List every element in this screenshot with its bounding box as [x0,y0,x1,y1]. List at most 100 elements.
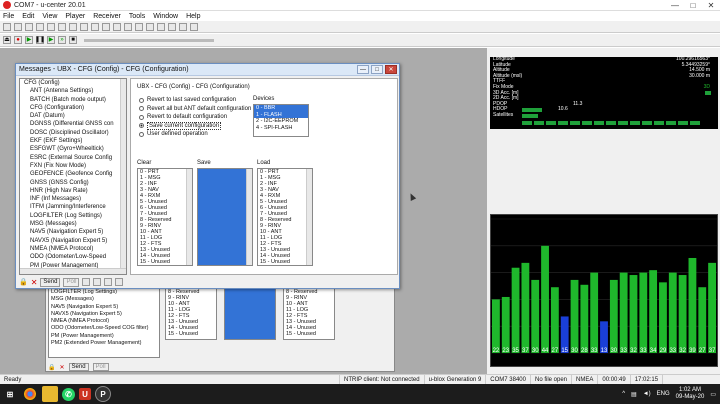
bg-tree-item[interactable]: LOGFILTER (Log Settings) [51,289,159,296]
eject-icon[interactable]: ⏏ [3,36,11,44]
tree-item[interactable]: NAVX5 (Navigation Expert 5) [20,237,126,245]
tree-item[interactable]: HNR (High Nav Rate) [20,187,126,195]
chrome-icon[interactable] [24,388,36,400]
tree-item[interactable]: LOGFILTER (Log Settings) [20,212,126,220]
app-icon[interactable]: U [79,388,91,400]
messages-icon[interactable] [80,22,88,31]
tree-item[interactable]: ODO (Odometer/Low-Speed [20,253,126,261]
cancel-icon[interactable]: ✕ [31,278,38,287]
radio-icon[interactable] [139,131,144,137]
option-revert-last[interactable]: Revert to last saved configuration [139,96,251,105]
menu-file[interactable]: File [3,13,14,20]
radio-icon[interactable] [139,106,144,112]
list-item[interactable]: 15 - Unused [166,331,216,337]
chart-icon[interactable] [124,22,132,31]
deviation-icon[interactable] [168,22,176,31]
folder-icon[interactable] [42,386,58,402]
option-revert-all-but-ant[interactable]: Revert all but ANT default configuration [139,105,251,114]
start-icon[interactable]: ⊞ [2,386,18,402]
menu-edit[interactable]: Edit [22,13,34,20]
sky-icon[interactable] [146,22,154,31]
tree-item[interactable]: FXN (Fix Now Mode) [20,162,126,170]
bg-save-list[interactable] [224,288,276,340]
tree-item[interactable]: GNSS (GNSS Config) [20,179,126,187]
tray-arrow-icon[interactable]: ^ [622,391,625,397]
table-icon[interactable] [135,22,143,31]
menu-tools[interactable]: Tools [129,13,145,20]
play-icon[interactable]: ▶ [25,36,33,44]
bg-tree-item[interactable]: MSG (Messages) [51,296,159,303]
bg-tree-item[interactable]: NAV5 (Navigation Expert 5) [51,304,159,311]
connect-icon[interactable] [3,22,11,31]
save-list[interactable] [197,168,253,266]
tree-item[interactable]: ITFM (Jamming/Interference [20,203,126,211]
tree-item[interactable]: ANT (Antenna Settings) [20,87,126,95]
step-forward-icon[interactable]: ▶ [47,36,55,44]
option-save-current[interactable]: Save current configuration [139,121,251,131]
clear-list[interactable]: 0 - PRT 1 - MSG 2 - INF 3 - NAV 4 - RXM … [137,168,193,266]
whatsapp-icon[interactable]: ✆ [62,387,75,401]
tree-scrollbar[interactable] [120,79,126,274]
print-icon[interactable] [47,22,55,31]
clear-list-scrollbar[interactable] [186,169,192,265]
baud-icon[interactable] [14,22,22,31]
devices-list[interactable]: 0 - BBR 1 - FLASH 2 - I2C-EEPROM 4 - SPI… [253,104,309,137]
fast-forward-icon[interactable]: » [58,36,66,44]
bg-poll-button[interactable]: Poll [92,363,109,371]
volume-icon[interactable]: ◄) [643,391,651,397]
pause-icon[interactable]: ❚❚ [35,36,45,44]
minimize-button[interactable]: — [666,0,684,11]
bg-tree-item[interactable]: PM (Power Management) [51,333,159,340]
network-icon[interactable]: ▤ [631,391,637,398]
dialog-close-button[interactable]: ✕ [385,65,397,74]
binary-icon[interactable] [102,22,110,31]
bg-clear-list[interactable]: 8 - Reserved 9 - RINV 10 - ANT 11 - LOG … [165,288,217,340]
dialog-maximize-button[interactable]: □ [371,65,383,74]
player-slider[interactable] [84,38,214,42]
lock-icon[interactable]: 🔒 [48,364,55,371]
stop-icon[interactable]: ■ [69,36,77,44]
device-item[interactable]: 4 - SPI-FLASH [254,125,308,132]
tree-item[interactable]: CFG (Configuration) [20,104,126,112]
menu-window[interactable]: Window [153,13,178,20]
bg-tree-item[interactable]: NMEA (NMEA Protocol) [51,318,159,325]
bg-load-list[interactable]: 8 - Reserved 9 - RINV 10 - ANT 11 - LOG … [283,288,335,340]
copy-icon[interactable] [115,278,124,286]
close-button[interactable]: ✕ [702,0,720,11]
device-item[interactable]: 1 - FLASH [254,111,308,119]
radio-checked-icon[interactable] [139,123,144,129]
compass-icon[interactable] [157,22,165,31]
tree-hscrollbar[interactable] [20,268,126,274]
tool-icon[interactable] [82,278,91,286]
settings-icon[interactable] [58,22,66,31]
camera-icon[interactable] [190,22,198,31]
tree-item[interactable]: NAV5 (Navigation Expert 5) [20,228,126,236]
record-icon[interactable]: ● [14,36,22,44]
open-icon[interactable] [36,22,44,31]
notifications-icon[interactable]: ▭ [710,391,716,398]
tree-item[interactable]: NMEA (NMEA Protocol) [20,245,126,253]
load-list-scrollbar[interactable] [306,169,312,265]
list-item[interactable]: 15 - Unused [138,259,192,265]
save-list-scrollbar[interactable] [246,169,252,265]
list-item[interactable]: 15 - Unused [258,259,312,265]
tree-item[interactable]: DOSC (Disciplined Oscillator) [20,129,126,137]
list-item[interactable]: 15 - Unused [284,331,334,337]
language-indicator[interactable]: ENG [657,391,670,397]
tree-item[interactable]: ESRC (External Source Config [20,154,126,162]
tree-item[interactable]: INF (Inf Messages) [20,195,126,203]
device-item[interactable]: 0 - BBR [254,105,308,112]
menu-help[interactable]: Help [186,13,200,20]
load-list[interactable]: 0 - PRT 1 - MSG 2 - INF 3 - NAV 4 - RXM … [257,168,313,266]
filter-icon[interactable] [104,278,113,286]
map-icon[interactable] [113,22,121,31]
menu-player[interactable]: Player [65,13,85,20]
tree-item[interactable]: ESFGWT (Gyro+Wheeltick) [20,145,126,153]
tree-item[interactable]: GEOFENCE (Geofence Config [20,170,126,178]
menu-receiver[interactable]: Receiver [93,13,121,20]
poll-button[interactable]: Poll [63,277,80,287]
option-user-defined[interactable]: User defined operation [139,130,251,139]
bg-tree-item[interactable]: ODO (Odometer/Low-Speed COG filter) [51,325,159,332]
menu-view[interactable]: View [42,13,57,20]
dialog-minimize-button[interactable]: — [357,65,369,74]
